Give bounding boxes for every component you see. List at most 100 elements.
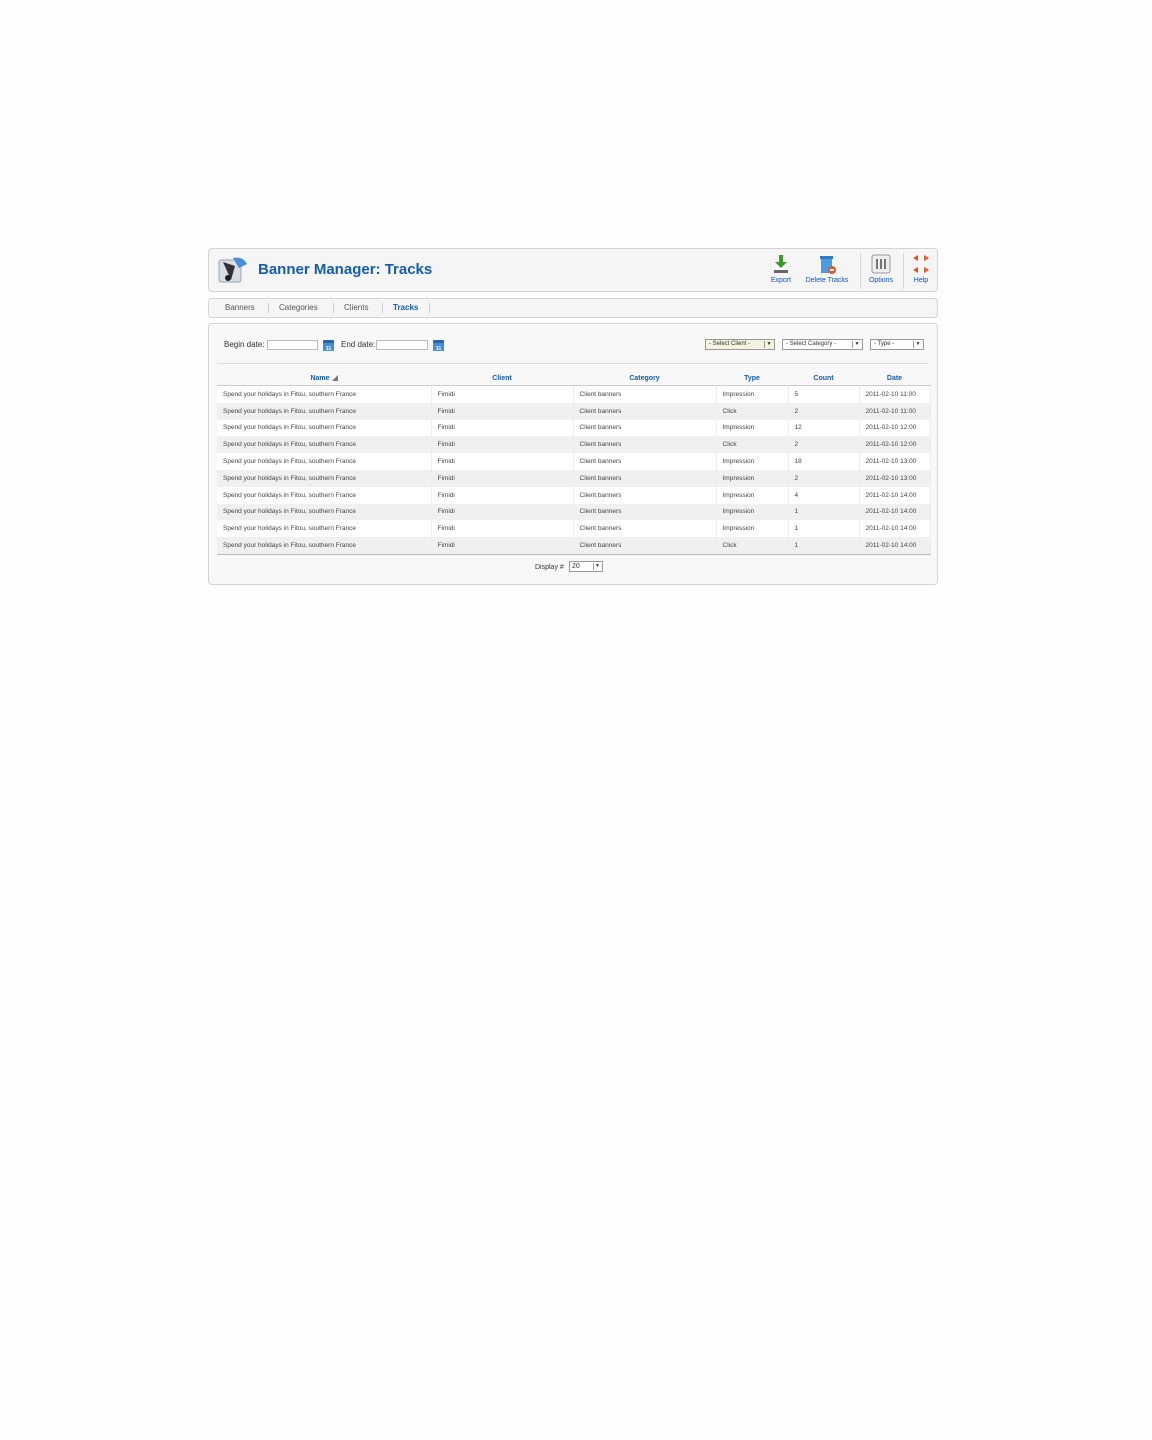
cell-name[interactable]: Spend your holidays in Fitou, southern F… <box>217 537 432 555</box>
table-row: Spend your holidays in Fitou, southern F… <box>217 503 931 521</box>
cell-client: Fimidi <box>431 453 574 470</box>
cell-client: Fimidi <box>431 537 574 555</box>
tracks-panel: Begin date: 31 End date: 31 - Select Cli… <box>208 323 938 585</box>
cell-name[interactable]: Spend your holidays in Fitou, southern F… <box>217 402 432 420</box>
column-header-date[interactable]: Date <box>859 371 930 386</box>
cell-name[interactable]: Spend your holidays in Fitou, southern F… <box>217 469 432 487</box>
cell-count: 18 <box>788 453 860 470</box>
table-row: Spend your holidays in Fitou, southern F… <box>217 520 931 538</box>
cell-type: Impression <box>716 385 789 403</box>
delete-trash-icon <box>820 256 836 274</box>
client-select[interactable]: - Select Client - ▼ <box>705 339 775 350</box>
cell-client: Fimidi <box>431 385 574 403</box>
cell-category: Client banners <box>573 503 717 521</box>
chevron-down-icon: ▼ <box>852 341 861 348</box>
tab-divider <box>268 303 269 313</box>
toolbar: Banner Manager: Tracks Export Delete Tra… <box>208 248 938 292</box>
cell-category: Client banners <box>573 453 717 470</box>
cell-count: 2 <box>788 436 860 454</box>
cell-category: Client banners <box>573 385 717 403</box>
end-date-input[interactable] <box>376 340 428 350</box>
cell-date: 2011-02-10 11:00 <box>859 385 931 403</box>
cell-category: Client banners <box>573 537 717 555</box>
tab-categories[interactable]: Categories <box>279 303 318 312</box>
type-select[interactable]: - Type - ▼ <box>870 339 924 350</box>
cell-date: 2011-02-10 14:00 <box>859 486 931 504</box>
cell-category: Client banners <box>573 419 717 437</box>
cell-name[interactable]: Spend your holidays in Fitou, southern F… <box>217 520 432 538</box>
column-header-client[interactable]: Client <box>431 371 573 386</box>
cell-type: Click <box>716 436 789 454</box>
cell-client: Fimidi <box>431 419 574 437</box>
column-header-name[interactable]: Name <box>217 371 431 386</box>
cell-date: 2011-02-10 14:00 <box>859 520 931 538</box>
display-count-value: 20 <box>572 563 580 570</box>
cell-type: Impression <box>716 486 789 504</box>
delete-tracks-label: Delete Tracks <box>805 277 849 284</box>
cell-name[interactable]: Spend your holidays in Fitou, southern F… <box>217 503 432 521</box>
cell-category: Client banners <box>573 436 717 454</box>
table-row: Spend your holidays in Fitou, southern F… <box>217 486 931 504</box>
column-header-label: Name <box>310 374 330 382</box>
cell-name[interactable]: Spend your holidays in Fitou, southern F… <box>217 453 432 470</box>
cell-client: Fimidi <box>431 503 574 521</box>
begin-date-calendar-icon[interactable]: 31 <box>323 340 334 352</box>
chevron-down-icon: ▼ <box>593 563 601 570</box>
banner-manager-logo-icon <box>218 257 247 283</box>
cell-name[interactable]: Spend your holidays in Fitou, southern F… <box>217 486 432 504</box>
cell-name[interactable]: Spend your holidays in Fitou, southern F… <box>217 419 432 437</box>
export-button[interactable]: Export <box>766 253 796 289</box>
category-select[interactable]: - Select Category - ▼ <box>782 339 863 350</box>
tab-divider <box>333 303 334 313</box>
cell-type: Click <box>716 537 789 555</box>
column-header-count[interactable]: Count <box>788 371 859 386</box>
options-button[interactable]: Options <box>865 253 897 289</box>
cell-date: 2011-02-10 12:00 <box>859 436 931 454</box>
cell-category: Client banners <box>573 486 717 504</box>
cell-name[interactable]: Spend your holidays in Fitou, southern F… <box>217 436 432 454</box>
end-date-calendar-icon[interactable]: 31 <box>433 340 444 352</box>
help-label: Help <box>913 277 929 284</box>
cell-count: 1 <box>788 520 860 538</box>
tab-divider <box>382 303 383 313</box>
table-row: Spend your holidays in Fitou, southern F… <box>217 453 931 470</box>
cell-count: 2 <box>788 402 860 420</box>
begin-date-input[interactable] <box>267 340 318 350</box>
cell-date: 2011-02-10 13:00 <box>859 453 931 470</box>
client-select-value: - Select Client - <box>709 341 751 347</box>
type-select-value: - Type - <box>874 341 895 347</box>
cell-name[interactable]: Spend your holidays in Fitou, southern F… <box>217 385 432 403</box>
delete-tracks-button[interactable]: Delete Tracks <box>802 253 852 289</box>
cell-count: 4 <box>788 486 860 504</box>
cell-type: Impression <box>716 503 789 521</box>
begin-date-label: Begin date: <box>224 340 265 349</box>
cell-date: 2011-02-10 13:00 <box>859 469 931 487</box>
column-header-type[interactable]: Type <box>716 371 788 386</box>
tracks-table-body: Spend your holidays in Fitou, southern F… <box>217 385 931 555</box>
filter-divider <box>217 363 929 364</box>
cell-count: 12 <box>788 419 860 437</box>
column-header-category[interactable]: Category <box>573 371 716 386</box>
cell-date: 2011-02-10 14:00 <box>859 503 931 521</box>
cell-date: 2011-02-10 14:00 <box>859 537 931 555</box>
help-lifebuoy-icon <box>913 255 929 273</box>
tab-tracks[interactable]: Tracks <box>393 303 418 312</box>
cell-client: Fimidi <box>431 486 574 504</box>
toolbar-divider <box>903 253 904 289</box>
table-row: Spend your holidays in Fitou, southern F… <box>217 385 931 403</box>
tracks-table: Name Client Category Type Count Date Spe… <box>217 371 931 555</box>
table-row: Spend your holidays in Fitou, southern F… <box>217 402 931 420</box>
cell-count: 1 <box>788 537 860 555</box>
sort-ascending-icon <box>331 374 338 381</box>
tab-banners[interactable]: Banners <box>225 303 255 312</box>
cell-date: 2011-02-10 12:00 <box>859 419 931 437</box>
cell-type: Impression <box>716 453 789 470</box>
cell-client: Fimidi <box>431 469 574 487</box>
display-count-select[interactable]: 20 ▼ <box>569 561 603 572</box>
cell-client: Fimidi <box>431 402 574 420</box>
cell-client: Fimidi <box>431 520 574 538</box>
table-header-row: Name Client Category Type Count Date <box>217 371 930 386</box>
tab-clients[interactable]: Clients <box>344 303 368 312</box>
help-button[interactable]: Help <box>909 253 933 289</box>
toolbar-divider <box>860 253 861 289</box>
